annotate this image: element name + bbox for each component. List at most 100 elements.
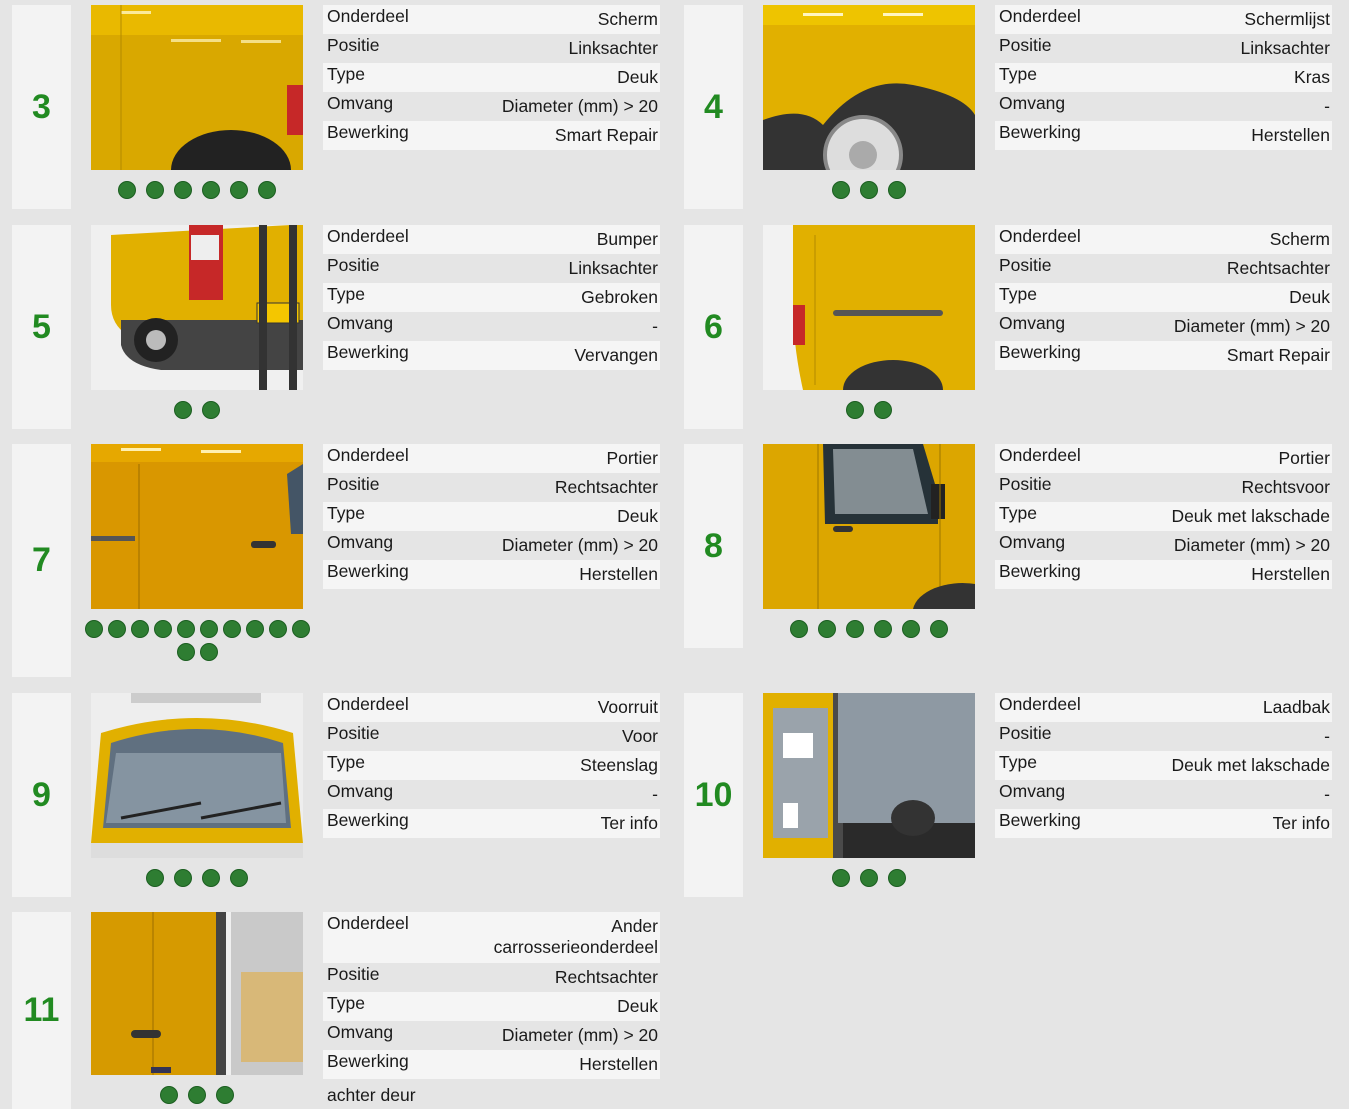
photo-dot[interactable] xyxy=(902,620,920,638)
damage-card: 9 Onderdeel Voorruit Positie Voor Type Steens… xyxy=(12,693,660,897)
detail-value: Smart Repair xyxy=(554,125,658,145)
photo-dot[interactable] xyxy=(832,181,850,199)
damage-number: 7 xyxy=(12,444,71,677)
photo-dot[interactable] xyxy=(258,181,276,199)
photo-dot[interactable] xyxy=(888,869,906,887)
photo-dot[interactable] xyxy=(146,869,164,887)
detail-label: Onderdeel xyxy=(327,694,409,714)
photo-dot[interactable] xyxy=(176,643,195,661)
damage-card: 10 Onderdeel Laadbak Positie - Type Deuk met … xyxy=(684,693,1332,897)
photo-dot[interactable] xyxy=(930,620,948,638)
damage-number: 5 xyxy=(12,225,71,429)
photo-dot[interactable] xyxy=(291,620,310,638)
photo-dot[interactable] xyxy=(174,869,192,887)
photo-dot[interactable] xyxy=(216,1086,234,1104)
photo-pager xyxy=(81,401,313,424)
damage-details: Onderdeel Scherm Positie Rechtsachter Type De… xyxy=(995,225,1332,429)
detail-row-onderdeel: Onderdeel Scherm xyxy=(323,5,660,34)
photo-dot[interactable] xyxy=(230,181,248,199)
photo-dot[interactable] xyxy=(153,620,172,638)
photo-dot[interactable] xyxy=(846,401,864,419)
detail-row-type: Type Deuk xyxy=(995,283,1332,312)
photo-dot[interactable] xyxy=(202,869,220,887)
detail-label: Bewerking xyxy=(327,1051,409,1071)
photo-dot[interactable] xyxy=(860,181,878,199)
detail-label: Omvang xyxy=(327,532,394,552)
damage-details: Onderdeel Laadbak Positie - Type Deuk met lak… xyxy=(995,693,1332,897)
photo-pager xyxy=(81,869,313,892)
photo-pager xyxy=(753,401,985,424)
damage-photo[interactable] xyxy=(91,444,303,609)
damage-card: 3 Onderdeel Scherm Positie Linksachter Type D… xyxy=(12,5,660,209)
photo-dot[interactable] xyxy=(130,620,149,638)
damage-photo[interactable] xyxy=(763,225,975,390)
detail-value: Ter info xyxy=(1272,813,1330,833)
detail-row-onderdeel: Onderdeel Voorruit xyxy=(323,693,660,722)
damage-photo[interactable] xyxy=(763,693,975,858)
photo-dot[interactable] xyxy=(846,620,864,638)
photo-pager xyxy=(753,869,985,892)
photo-dot[interactable] xyxy=(860,869,878,887)
damage-card: 5 Onderdeel Bumper Positie Linksachter Type G… xyxy=(12,225,660,429)
damage-photo[interactable] xyxy=(91,912,303,1075)
damage-photo[interactable] xyxy=(763,5,975,170)
photo-dot[interactable] xyxy=(230,869,248,887)
detail-row-positie: Positie Rechtsachter xyxy=(323,963,660,992)
photo-dot[interactable] xyxy=(790,620,808,638)
damage-photo[interactable] xyxy=(763,444,975,609)
detail-value: Rechtsachter xyxy=(1226,258,1330,278)
photo-dot[interactable] xyxy=(176,620,195,638)
photo-dot[interactable] xyxy=(832,869,850,887)
photo-dot[interactable] xyxy=(174,401,192,419)
detail-row-bewerking: Bewerking Vervangen xyxy=(323,341,660,370)
photo-dot[interactable] xyxy=(199,643,218,661)
photo-dot[interactable] xyxy=(146,181,164,199)
damage-photo[interactable] xyxy=(91,225,303,390)
detail-row-onderdeel: Onderdeel Bumper xyxy=(323,225,660,254)
detail-value: Voorruit xyxy=(597,697,658,717)
photo-dot[interactable] xyxy=(874,401,892,419)
detail-value: Gebroken xyxy=(581,287,658,307)
photo-dot[interactable] xyxy=(84,620,103,638)
detail-value: Rechtsvoor xyxy=(1241,477,1330,497)
detail-label: Onderdeel xyxy=(327,445,409,465)
photo-dot[interactable] xyxy=(202,181,220,199)
photo-dot[interactable] xyxy=(199,620,218,638)
detail-value: Deuk xyxy=(617,67,658,87)
detail-row-positie: Positie Rechtsvoor xyxy=(995,473,1332,502)
detail-label: Onderdeel xyxy=(999,6,1081,26)
photo-dot[interactable] xyxy=(118,181,136,199)
photo-dot[interactable] xyxy=(888,181,906,199)
photo-dot[interactable] xyxy=(107,620,126,638)
detail-value: Deuk met lakschade xyxy=(1171,755,1330,775)
photo-column xyxy=(71,444,323,677)
detail-row-positie: Positie - xyxy=(995,722,1332,751)
detail-value: Linksachter xyxy=(568,38,659,58)
photo-pager xyxy=(81,181,313,204)
damage-card: 6 Onderdeel Scherm Positie Rechtsachter Type… xyxy=(684,225,1332,429)
detail-row-omvang: Omvang Diameter (mm) > 20 xyxy=(323,92,660,121)
detail-value: Linksachter xyxy=(568,258,659,278)
detail-row-bewerking: Bewerking Ter info xyxy=(323,809,660,838)
photo-pager xyxy=(81,620,313,666)
photo-dot[interactable] xyxy=(268,620,287,638)
photo-dot[interactable] xyxy=(245,620,264,638)
detail-label: Positie xyxy=(327,964,380,984)
photo-dot[interactable] xyxy=(174,181,192,199)
detail-label: Omvang xyxy=(999,781,1066,801)
photo-dot[interactable] xyxy=(222,620,241,638)
damage-photo[interactable] xyxy=(91,5,303,170)
detail-value: Rechtsachter xyxy=(554,967,658,987)
detail-value: Rechtsachter xyxy=(554,477,658,497)
photo-dot[interactable] xyxy=(818,620,836,638)
detail-value: - xyxy=(1324,726,1330,746)
detail-value: - xyxy=(1324,96,1330,116)
detail-label: Onderdeel xyxy=(999,694,1081,714)
damage-photo[interactable] xyxy=(91,693,303,858)
photo-dot[interactable] xyxy=(188,1086,206,1104)
damage-details: Onderdeel Schermlijst Positie Linksachter Ty… xyxy=(995,5,1332,209)
photo-dot[interactable] xyxy=(202,401,220,419)
detail-value: Herstellen xyxy=(579,1054,658,1074)
photo-dot[interactable] xyxy=(874,620,892,638)
photo-dot[interactable] xyxy=(160,1086,178,1104)
